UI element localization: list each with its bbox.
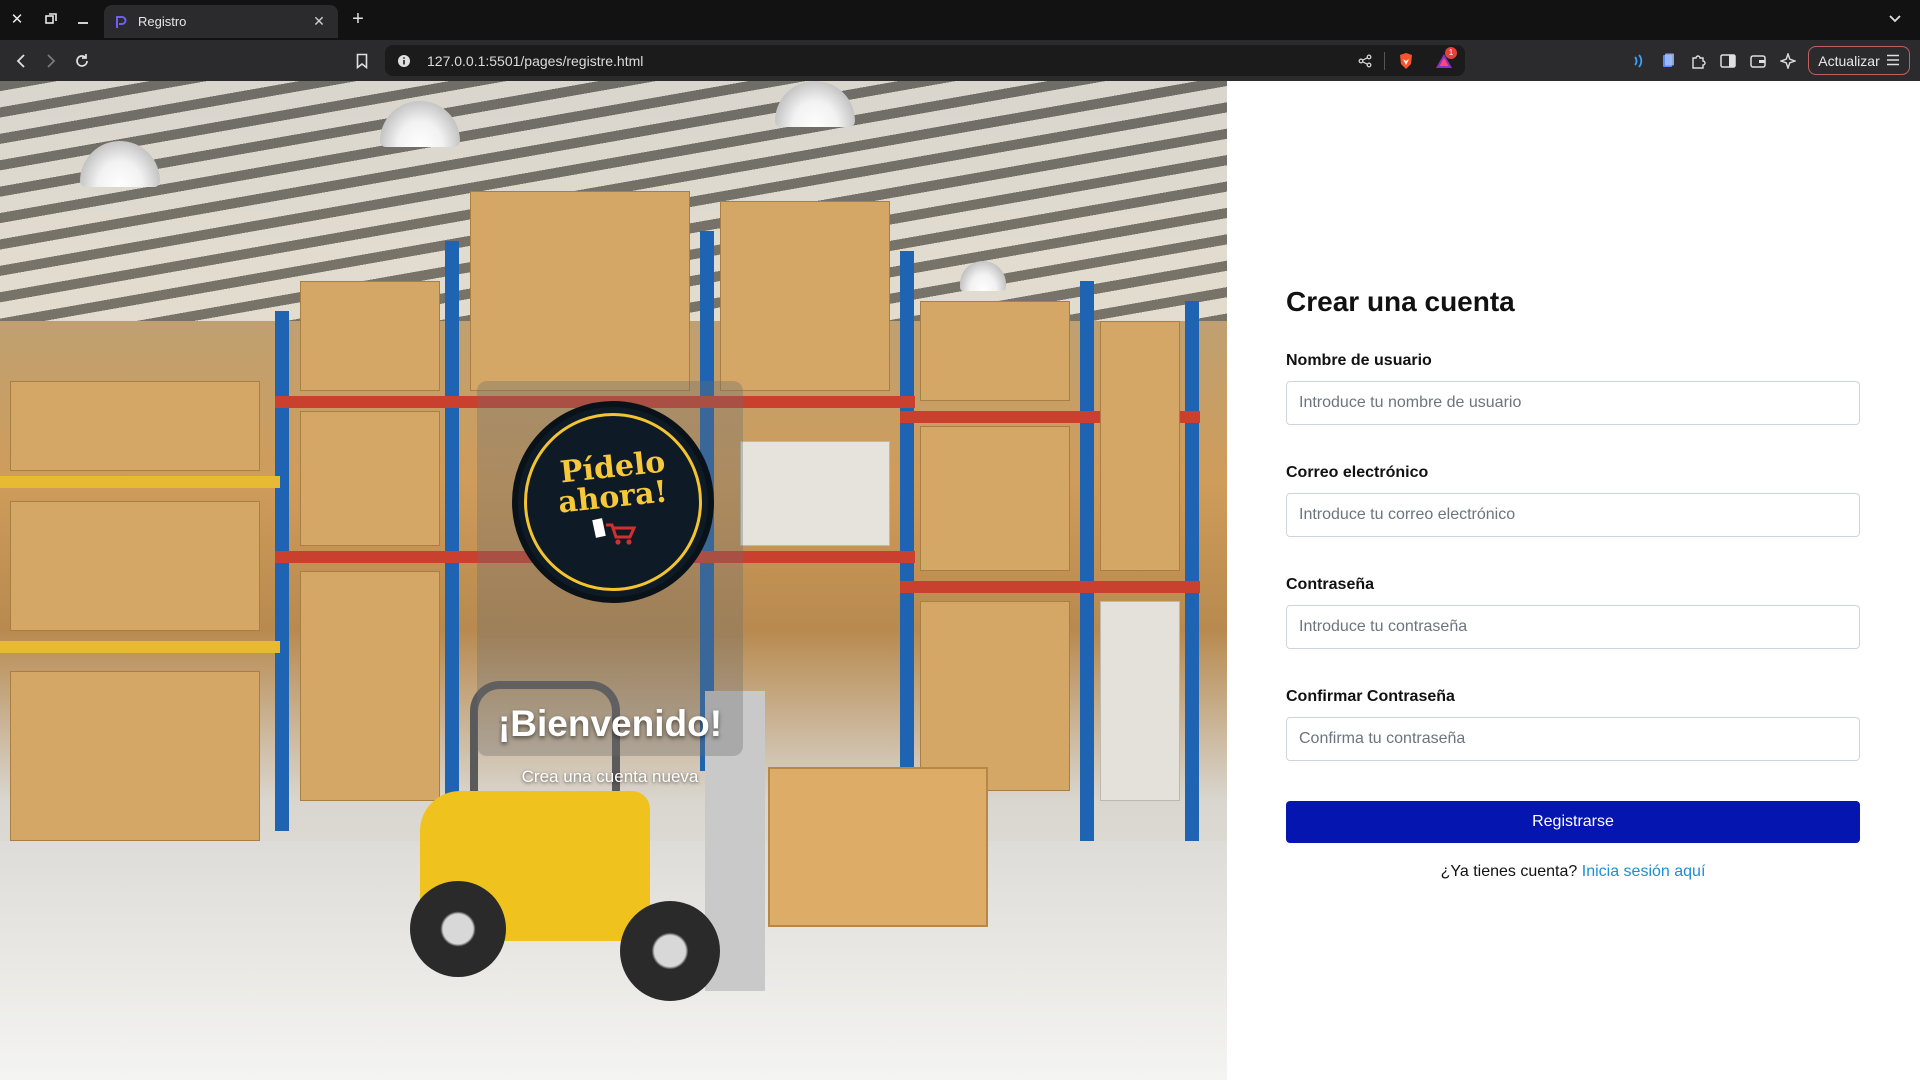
email-label: Correo electrónico: [1286, 464, 1429, 481]
login-link[interactable]: Inicia sesión aquí: [1582, 863, 1706, 880]
brave-shields-icon[interactable]: [1395, 50, 1417, 72]
rewards-notification-badge: 1: [1445, 46, 1457, 59]
cardboard-boxes: [470, 191, 690, 391]
tab-list-icon[interactable]: [1884, 8, 1906, 30]
forklift-wheel: [620, 901, 720, 1001]
confirm-password-input[interactable]: [1286, 717, 1860, 761]
back-icon[interactable]: [8, 48, 34, 74]
forklift-wheel: [410, 881, 506, 977]
brave-rewards-icon[interactable]: 1: [1433, 46, 1457, 72]
white-boxes: [740, 441, 890, 546]
username-label: Nombre de usuario: [1286, 352, 1432, 369]
tab-close-icon[interactable]: ✕: [310, 13, 328, 31]
extension-wifi-icon[interactable]: [1628, 50, 1650, 72]
shelf-upright: [900, 251, 914, 831]
update-label: Actualizar: [1818, 52, 1880, 69]
url-text[interactable]: 127.0.0.1:5501/pages/registre.html: [427, 53, 1344, 69]
login-prompt-text: ¿Ya tienes cuenta?: [1440, 863, 1578, 880]
address-bar[interactable]: 127.0.0.1:5501/pages/registre.html 1: [385, 45, 1465, 76]
new-tab-icon[interactable]: +: [346, 7, 370, 31]
cardboard-boxes: [10, 671, 260, 841]
shelf-beam: [0, 476, 280, 488]
cardboard-boxes: [300, 281, 440, 391]
cardboard-boxes: [300, 571, 440, 801]
cardboard-boxes: [920, 601, 1070, 791]
extension-doc-icon[interactable]: [1657, 50, 1679, 72]
restore-window-icon[interactable]: [40, 8, 62, 30]
hero-warehouse-image: Pídelo ahora! ¡Bienvenido! Crea una cuen…: [0, 81, 1227, 1080]
register-button[interactable]: Registrarse: [1286, 801, 1860, 843]
shopping-cart-icon: [586, 517, 640, 552]
registration-form-panel: Crear una cuenta Nombre de usuario Corre…: [1227, 81, 1920, 1080]
cardboard-boxes: [720, 201, 890, 391]
tab-title: Registro: [138, 14, 187, 29]
shelf-upright: [445, 241, 459, 801]
password-input[interactable]: [1286, 605, 1860, 649]
confirm-password-label: Confirmar Contraseña: [1286, 688, 1455, 705]
update-button[interactable]: Actualizar: [1808, 46, 1910, 75]
tab-favicon-icon: [114, 15, 128, 29]
password-label: Contraseña: [1286, 576, 1375, 593]
form-title: Crear una cuenta: [1286, 286, 1515, 317]
white-boxes: [1100, 601, 1180, 801]
shelf-upright: [1080, 281, 1094, 841]
cardboard-boxes: [1100, 321, 1180, 571]
tab-registro[interactable]: Registro ✕: [104, 5, 338, 38]
logo-text-line2: ahora!: [556, 473, 670, 521]
forward-icon[interactable]: [38, 48, 64, 74]
shelf-beam: [0, 641, 280, 653]
pidelo-ahora-logo: Pídelo ahora!: [512, 401, 714, 603]
bookmark-icon[interactable]: [349, 48, 375, 74]
site-info-icon[interactable]: [395, 52, 413, 70]
leo-ai-icon[interactable]: [1777, 50, 1799, 72]
wallet-icon[interactable]: [1747, 50, 1769, 72]
reload-icon[interactable]: [69, 48, 95, 74]
close-window-icon[interactable]: ✕: [6, 8, 28, 30]
cardboard-boxes: [920, 426, 1070, 571]
shelf-upright: [275, 311, 289, 831]
cardboard-boxes: [10, 381, 260, 471]
url-separator: [1384, 51, 1385, 70]
minimize-window-icon[interactable]: [72, 8, 94, 30]
sidebar-icon[interactable]: [1717, 50, 1739, 72]
cardboard-boxes: [10, 501, 260, 631]
extensions-puzzle-icon[interactable]: [1687, 50, 1709, 72]
menu-icon: [1886, 53, 1900, 69]
share-icon[interactable]: [1354, 50, 1376, 72]
browser-toolbar: 127.0.0.1:5501/pages/registre.html 1 Act…: [0, 40, 1920, 81]
welcome-subtitle: Crea una cuenta nueva: [521, 767, 699, 786]
page-viewport: Pídelo ahora! ¡Bienvenido! Crea una cuen…: [0, 81, 1920, 1080]
browser-tab-bar: ✕ Registro ✕ +: [0, 0, 1920, 40]
shelf-beam: [900, 581, 1200, 593]
logo-ring: Pídelo ahora!: [524, 413, 702, 591]
cardboard-boxes: [300, 411, 440, 546]
welcome-title: ¡Bienvenido!: [497, 703, 723, 744]
email-input[interactable]: [1286, 493, 1860, 537]
username-input[interactable]: [1286, 381, 1860, 425]
login-prompt-line: ¿Ya tienes cuenta? Inicia sesión aquí: [1286, 863, 1860, 881]
cardboard-boxes: [920, 301, 1070, 401]
pallet-boxes: [768, 767, 988, 927]
